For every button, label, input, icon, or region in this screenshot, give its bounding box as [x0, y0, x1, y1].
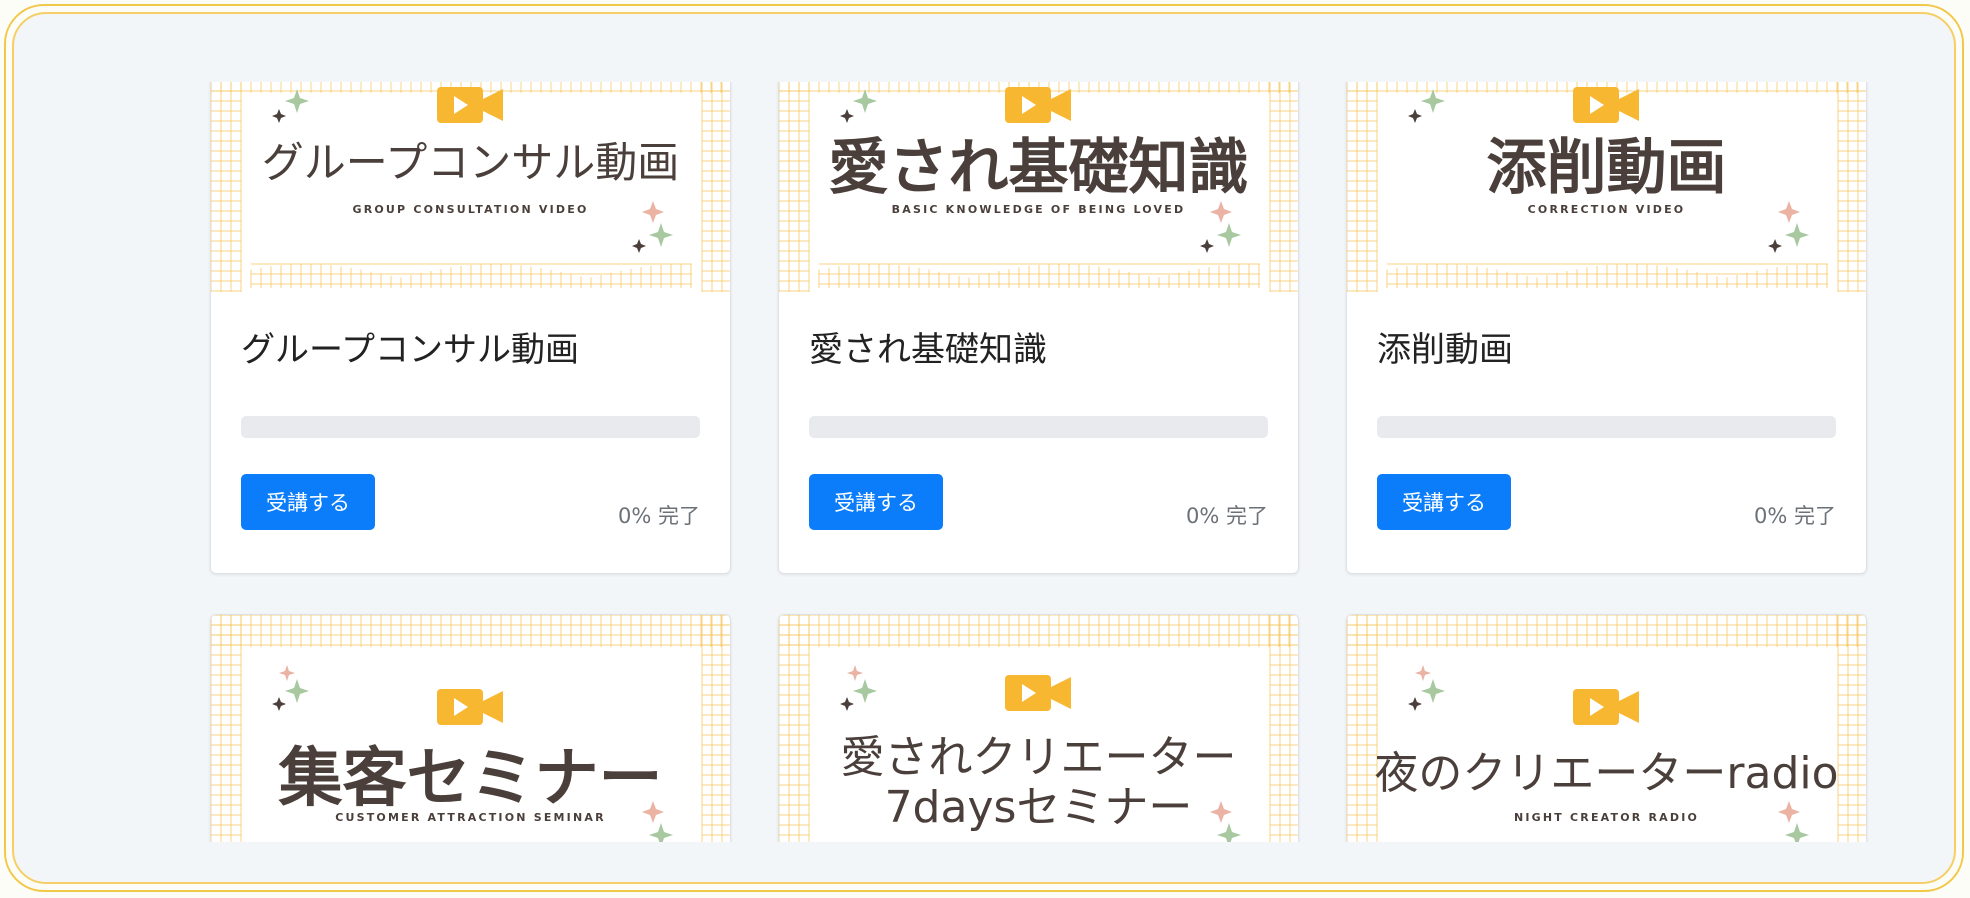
enroll-button[interactable]: 受講する — [809, 474, 943, 530]
sparkle-icon — [1408, 665, 1445, 711]
video-camera-icon — [436, 87, 503, 123]
progress-text: 0% 完了 — [1186, 504, 1268, 528]
sparkle-icon — [272, 665, 309, 711]
sparkle-icon — [1768, 201, 1809, 253]
course-title: 愛され基礎知識 — [809, 330, 1047, 370]
course-card: 夜のクリエーターradio NIGHT CREATOR RADIO — [1346, 614, 1867, 842]
enroll-button[interactable]: 受講する — [1377, 474, 1511, 530]
course-grid: グループコンサル動画 GROUP CONSULTATION VIDEO グループ… — [98, 82, 1890, 842]
sparkle-icon — [840, 665, 877, 711]
thumbnail-title: グループコンサル動画 — [261, 138, 680, 187]
course-thumbnail[interactable]: 夜のクリエーターradio NIGHT CREATOR RADIO — [1347, 615, 1866, 842]
course-thumbnail[interactable]: 愛され基礎知識 BASIC KNOWLEDGE OF BEING LOVED — [779, 82, 1298, 292]
sparkle-icon — [1210, 801, 1241, 842]
course-thumbnail[interactable]: 愛されクリエーター 7daysセミナー — [779, 615, 1298, 842]
course-card: 添削動画 CORRECTION VIDEO 添削動画 受講する 0% 完了 — [1346, 82, 1867, 574]
sparkle-icon — [1778, 801, 1809, 842]
progress-bar — [241, 416, 700, 438]
progress-bar — [809, 416, 1268, 438]
sparkle-icon — [272, 89, 309, 123]
enroll-button[interactable]: 受講する — [241, 474, 375, 530]
progress-text: 0% 完了 — [1754, 504, 1836, 528]
course-card: 愛され基礎知識 BASIC KNOWLEDGE OF BEING LOVED 愛… — [778, 82, 1299, 574]
inner-frame: グループコンサル動画 GROUP CONSULTATION VIDEO グループ… — [12, 12, 1956, 884]
sparkle-icon — [632, 201, 673, 253]
course-card: 集客セミナー CUSTOMER ATTRACTION SEMINAR — [210, 614, 731, 842]
course-title: グループコンサル動画 — [241, 330, 579, 370]
course-title: 添削動画 — [1377, 330, 1513, 370]
thumbnail-title: 愛され基礎知識 — [828, 133, 1249, 203]
sparkle-icon — [1200, 201, 1241, 253]
progress-text: 0% 完了 — [618, 504, 700, 528]
course-thumbnail[interactable]: 添削動画 CORRECTION VIDEO — [1347, 82, 1866, 292]
course-card: 愛されクリエーター 7daysセミナー — [778, 614, 1299, 842]
sparkle-icon — [642, 801, 673, 842]
sparkle-icon — [1408, 89, 1445, 123]
sparkle-icon — [840, 89, 877, 123]
course-thumbnail[interactable]: グループコンサル動画 GROUP CONSULTATION VIDEO — [211, 82, 730, 292]
progress-bar — [1377, 416, 1836, 438]
video-camera-icon — [436, 689, 503, 725]
course-thumbnail[interactable]: 集客セミナー CUSTOMER ATTRACTION SEMINAR — [211, 615, 730, 842]
video-camera-icon — [1572, 689, 1639, 725]
course-card: グループコンサル動画 GROUP CONSULTATION VIDEO グループ… — [210, 82, 731, 574]
thumbnail-title: 夜のクリエーターradio — [1374, 748, 1839, 799]
video-camera-icon — [1004, 675, 1071, 711]
thumbnail-title: 添削動画 — [1486, 133, 1727, 203]
